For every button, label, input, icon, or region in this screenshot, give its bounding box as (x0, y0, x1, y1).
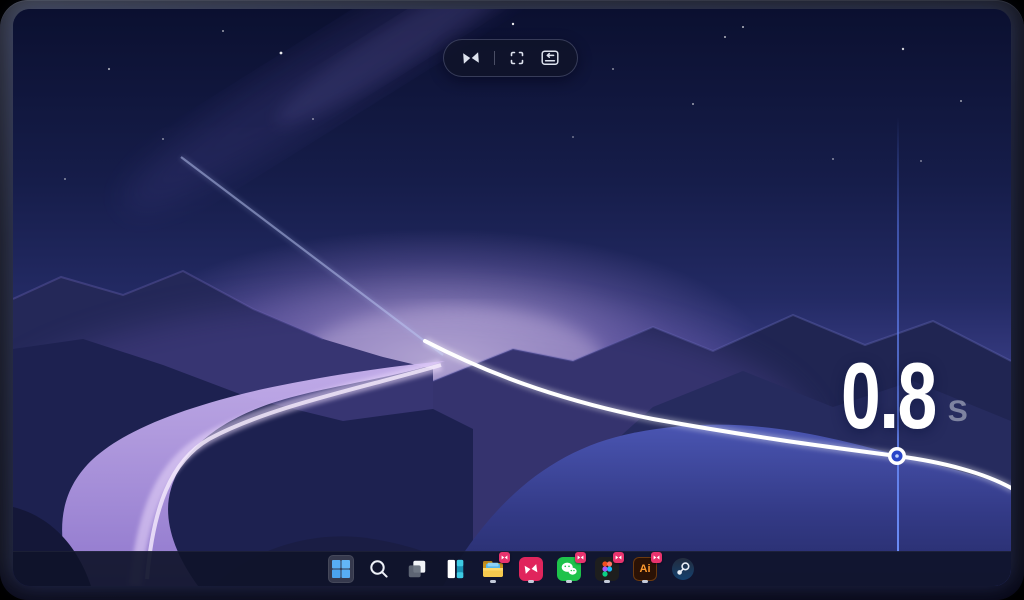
start-button[interactable] (328, 555, 354, 583)
windows-start-icon (331, 559, 351, 579)
badge (613, 552, 624, 563)
panels-app-button[interactable] (442, 555, 468, 583)
taskbar-tray: Ai (328, 555, 696, 583)
command-panel-icon[interactable] (539, 48, 561, 68)
illustrator-button[interactable]: Ai (632, 555, 658, 583)
taskbar: Ai (13, 551, 1011, 586)
panels-app-icon (444, 558, 466, 580)
search-button[interactable] (366, 555, 392, 583)
search-icon (368, 558, 390, 580)
badge (499, 552, 510, 563)
device-mockup: 0.8 S (0, 0, 1024, 600)
bowtie-logo-icon[interactable] (460, 50, 482, 66)
capture-toolbar (443, 39, 578, 77)
badge (651, 552, 662, 563)
figma-button[interactable] (594, 555, 620, 583)
selection-brackets-icon[interactable] (507, 48, 527, 68)
wechat-button[interactable] (556, 555, 582, 583)
toolbar-divider (494, 51, 495, 65)
illustrator-label: Ai (640, 564, 651, 575)
timeline-marker-line (897, 117, 899, 552)
steam-icon (671, 557, 695, 581)
bowtie-app-button[interactable] (518, 555, 544, 583)
steam-button[interactable] (670, 555, 696, 583)
curve-handle-dot[interactable] (888, 447, 906, 465)
task-view-icon (406, 558, 428, 580)
badge (575, 552, 586, 563)
file-explorer-button[interactable] (480, 555, 506, 583)
desktop-screen: 0.8 S (13, 9, 1011, 586)
bowtie-app-icon (519, 557, 543, 581)
task-view-button[interactable] (404, 555, 430, 583)
wallpaper-image (13, 9, 1011, 586)
